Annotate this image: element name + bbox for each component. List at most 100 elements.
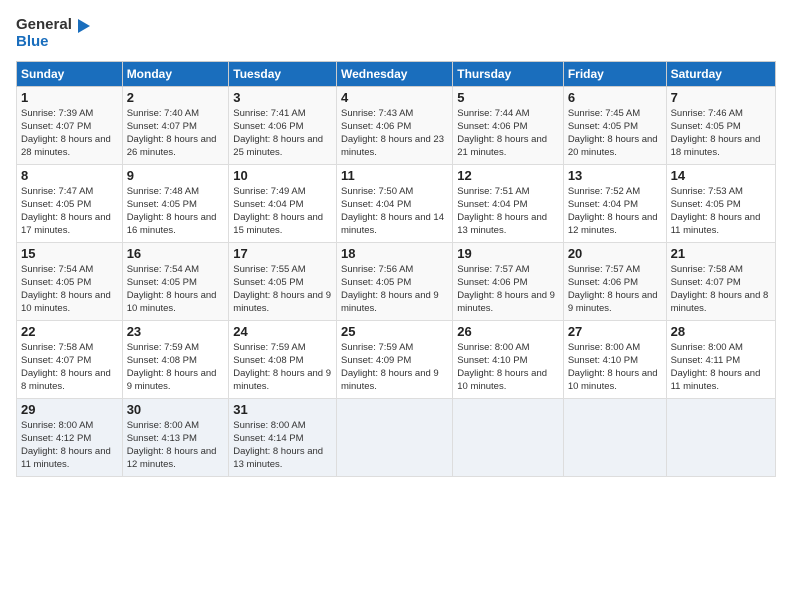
calendar-week-row: 1 Sunrise: 7:39 AMSunset: 4:07 PMDaylight… — [17, 86, 776, 164]
day-number: 1 — [21, 90, 118, 105]
day-info: Sunrise: 7:54 AMSunset: 4:05 PMDaylight:… — [127, 263, 225, 316]
day-number: 25 — [341, 324, 448, 339]
day-number: 13 — [568, 168, 662, 183]
calendar-week-row: 29 Sunrise: 8:00 AMSunset: 4:12 PMDayligh… — [17, 398, 776, 476]
day-info: Sunrise: 7:58 AMSunset: 4:07 PMDaylight:… — [21, 341, 118, 394]
calendar-cell: 14Sunrise: 7:53 AMSunset: 4:05 PMDayligh… — [666, 164, 775, 242]
weekday-header-cell: Monday — [122, 61, 229, 86]
calendar-cell: 12Sunrise: 7:51 AMSunset: 4:04 PMDayligh… — [453, 164, 564, 242]
day-info: Sunrise: 7:44 AMSunset: 4:06 PMDaylight:… — [457, 107, 559, 160]
calendar-cell: 26 Sunrise: 8:00 AMSunset: 4:10 PMDayligh… — [453, 320, 564, 398]
day-info: Sunrise: 7:56 AMSunset: 4:05 PMDaylight:… — [341, 263, 448, 316]
day-number: 18 — [341, 246, 448, 261]
day-number: 29 — [21, 402, 118, 417]
calendar-cell: 30 Sunrise: 8:00 AMSunset: 4:13 PMDayligh… — [122, 398, 229, 476]
day-info: Sunrise: 7:39 AMSunset: 4:07 PMDaylight:… — [21, 107, 118, 160]
calendar-cell: 21 Sunrise: 7:58 AMSunset: 4:07 PMDayligh… — [666, 242, 775, 320]
calendar-cell: 28Sunrise: 8:00 AMSunset: 4:11 PMDayligh… — [666, 320, 775, 398]
day-info: Sunrise: 7:52 AMSunset: 4:04 PMDaylight:… — [568, 185, 662, 238]
header: GeneralBlue — [16, 16, 776, 51]
day-number: 30 — [127, 402, 225, 417]
calendar-cell — [666, 398, 775, 476]
calendar-cell: 4 Sunrise: 7:43 AMSunset: 4:06 PMDaylight… — [337, 86, 453, 164]
calendar-cell: 16 Sunrise: 7:54 AMSunset: 4:05 PMDayligh… — [122, 242, 229, 320]
logo: GeneralBlue — [16, 16, 92, 51]
calendar-cell: 2Sunrise: 7:40 AMSunset: 4:07 PMDaylight… — [122, 86, 229, 164]
logo-text: GeneralBlue — [16, 16, 72, 51]
weekday-header-cell: Wednesday — [337, 61, 453, 86]
day-number: 14 — [671, 168, 771, 183]
calendar-cell: 25 Sunrise: 7:59 AMSunset: 4:09 PMDayligh… — [337, 320, 453, 398]
calendar-cell: 7Sunrise: 7:46 AMSunset: 4:05 PMDaylight… — [666, 86, 775, 164]
calendar-cell: 9Sunrise: 7:48 AMSunset: 4:05 PMDaylight… — [122, 164, 229, 242]
day-info: Sunrise: 7:50 AMSunset: 4:04 PMDaylight:… — [341, 185, 448, 238]
day-number: 3 — [233, 90, 332, 105]
day-info: Sunrise: 7:47 AMSunset: 4:05 PMDaylight:… — [21, 185, 118, 238]
day-number: 21 — [671, 246, 771, 261]
day-number: 12 — [457, 168, 559, 183]
day-info: Sunrise: 7:55 AMSunset: 4:05 PMDaylight:… — [233, 263, 332, 316]
page-container: GeneralBlue SundayMondayTuesdayWednesday… — [0, 0, 792, 485]
calendar-cell: 22Sunrise: 7:58 AMSunset: 4:07 PMDayligh… — [17, 320, 123, 398]
day-info: Sunrise: 7:41 AMSunset: 4:06 PMDaylight:… — [233, 107, 332, 160]
day-info: Sunrise: 7:54 AMSunset: 4:05 PMDaylight:… — [21, 263, 118, 316]
weekday-header-cell: Tuesday — [229, 61, 337, 86]
calendar-cell: 3 Sunrise: 7:41 AMSunset: 4:06 PMDaylight… — [229, 86, 337, 164]
calendar-cell: 15 Sunrise: 7:54 AMSunset: 4:05 PMDayligh… — [17, 242, 123, 320]
day-info: Sunrise: 7:59 AMSunset: 4:08 PMDaylight:… — [127, 341, 225, 394]
day-number: 23 — [127, 324, 225, 339]
day-info: Sunrise: 7:59 AMSunset: 4:08 PMDaylight:… — [233, 341, 332, 394]
calendar-cell: 19 Sunrise: 7:57 AMSunset: 4:06 PMDayligh… — [453, 242, 564, 320]
calendar-week-row: 22Sunrise: 7:58 AMSunset: 4:07 PMDayligh… — [17, 320, 776, 398]
calendar-cell: 29 Sunrise: 8:00 AMSunset: 4:12 PMDayligh… — [17, 398, 123, 476]
calendar-cell: 24 Sunrise: 7:59 AMSunset: 4:08 PMDayligh… — [229, 320, 337, 398]
day-number: 17 — [233, 246, 332, 261]
day-info: Sunrise: 8:00 AMSunset: 4:10 PMDaylight:… — [568, 341, 662, 394]
day-info: Sunrise: 7:40 AMSunset: 4:07 PMDaylight:… — [127, 107, 225, 160]
calendar-cell: 5 Sunrise: 7:44 AMSunset: 4:06 PMDaylight… — [453, 86, 564, 164]
day-info: Sunrise: 8:00 AMSunset: 4:10 PMDaylight:… — [457, 341, 559, 394]
day-info: Sunrise: 8:00 AMSunset: 4:13 PMDaylight:… — [127, 419, 225, 472]
day-number: 8 — [21, 168, 118, 183]
calendar-body: 1 Sunrise: 7:39 AMSunset: 4:07 PMDaylight… — [17, 86, 776, 476]
calendar-cell: 13 Sunrise: 7:52 AMSunset: 4:04 PMDayligh… — [563, 164, 666, 242]
day-info: Sunrise: 7:43 AMSunset: 4:06 PMDaylight:… — [341, 107, 448, 160]
weekday-header-cell: Saturday — [666, 61, 775, 86]
calendar-cell: 27 Sunrise: 8:00 AMSunset: 4:10 PMDayligh… — [563, 320, 666, 398]
calendar-cell — [337, 398, 453, 476]
calendar-cell: 8 Sunrise: 7:47 AMSunset: 4:05 PMDaylight… — [17, 164, 123, 242]
logo-arrow-icon — [74, 17, 92, 35]
weekday-header-row: SundayMondayTuesdayWednesdayThursdayFrid… — [17, 61, 776, 86]
day-number: 28 — [671, 324, 771, 339]
weekday-header-cell: Sunday — [17, 61, 123, 86]
day-number: 19 — [457, 246, 559, 261]
calendar-cell: 1 Sunrise: 7:39 AMSunset: 4:07 PMDaylight… — [17, 86, 123, 164]
day-number: 5 — [457, 90, 559, 105]
day-info: Sunrise: 8:00 AMSunset: 4:12 PMDaylight:… — [21, 419, 118, 472]
calendar-week-row: 8 Sunrise: 7:47 AMSunset: 4:05 PMDaylight… — [17, 164, 776, 242]
day-info: Sunrise: 7:58 AMSunset: 4:07 PMDaylight:… — [671, 263, 771, 316]
day-number: 16 — [127, 246, 225, 261]
day-info: Sunrise: 7:45 AMSunset: 4:05 PMDaylight:… — [568, 107, 662, 160]
day-number: 15 — [21, 246, 118, 261]
calendar-cell: 23 Sunrise: 7:59 AMSunset: 4:08 PMDayligh… — [122, 320, 229, 398]
day-info: Sunrise: 7:57 AMSunset: 4:06 PMDaylight:… — [457, 263, 559, 316]
day-number: 27 — [568, 324, 662, 339]
day-info: Sunrise: 8:00 AMSunset: 4:14 PMDaylight:… — [233, 419, 332, 472]
calendar-table: SundayMondayTuesdayWednesdayThursdayFrid… — [16, 61, 776, 477]
day-number: 20 — [568, 246, 662, 261]
day-info: Sunrise: 7:49 AMSunset: 4:04 PMDaylight:… — [233, 185, 332, 238]
weekday-header-cell: Friday — [563, 61, 666, 86]
day-info: Sunrise: 7:59 AMSunset: 4:09 PMDaylight:… — [341, 341, 448, 394]
calendar-cell: 20Sunrise: 7:57 AMSunset: 4:06 PMDayligh… — [563, 242, 666, 320]
calendar-cell: 10Sunrise: 7:49 AMSunset: 4:04 PMDayligh… — [229, 164, 337, 242]
calendar-cell: 18 Sunrise: 7:56 AMSunset: 4:05 PMDayligh… — [337, 242, 453, 320]
day-number: 26 — [457, 324, 559, 339]
calendar-cell: 17 Sunrise: 7:55 AMSunset: 4:05 PMDayligh… — [229, 242, 337, 320]
logo-blue: Blue — [16, 33, 49, 50]
calendar-cell: 6Sunrise: 7:45 AMSunset: 4:05 PMDaylight… — [563, 86, 666, 164]
calendar-cell: 31Sunrise: 8:00 AMSunset: 4:14 PMDayligh… — [229, 398, 337, 476]
weekday-header-cell: Thursday — [453, 61, 564, 86]
day-number: 24 — [233, 324, 332, 339]
day-number: 4 — [341, 90, 448, 105]
